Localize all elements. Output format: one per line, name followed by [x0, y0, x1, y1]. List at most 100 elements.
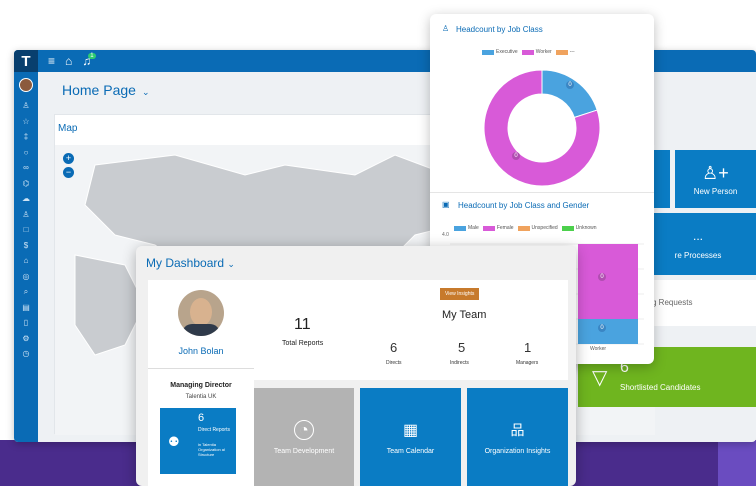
organization-insights-tile[interactable]: 品 Organization Insights [467, 388, 568, 486]
directs-count: 6 [390, 340, 398, 355]
cloud-icon[interactable]: ☁ [22, 191, 30, 207]
shortlist-label: Shortlisted Candidates [620, 383, 701, 392]
badge-icon[interactable]: ◎ [23, 269, 30, 285]
org-chart-icon: 品 [510, 421, 525, 438]
profile-card: John Bolan Managing Director Talentia UK… [148, 280, 254, 486]
bar-segment-male [578, 319, 638, 344]
legend-swatch [482, 49, 494, 55]
legend-label: Unspecified [531, 225, 558, 231]
donut-legend: Executive Worker --- [478, 49, 575, 55]
profile-photo [178, 290, 224, 336]
requests-tile[interactable]: g Requests [640, 280, 756, 326]
legend-swatch [561, 225, 574, 231]
legend-label: Female [496, 225, 514, 231]
more-dots: ... [692, 228, 703, 243]
glasses-icon[interactable]: ∞ [23, 160, 29, 176]
direct-reports-box[interactable]: ⚉ 6 Direct Reports in Talentia Organizat… [160, 408, 236, 474]
view-insights-button[interactable]: View Insights [440, 288, 480, 300]
notification-badge: 1 [88, 53, 96, 59]
chart-icon[interactable]: ▤ [22, 300, 30, 316]
clock-icon[interactable]: ◷ [23, 346, 30, 362]
profile-org: Talentia UK [185, 394, 217, 400]
person-icon[interactable]: ♙ [22, 98, 29, 114]
dashboard-panel: My Dashboard ⌄ John Bolan Managing Direc… [136, 246, 576, 486]
legend-swatch [482, 225, 495, 231]
requests-label: g Requests [652, 298, 693, 307]
user-avatar[interactable] [19, 78, 33, 92]
document-icon[interactable]: ▯ [24, 315, 28, 331]
chevron-down-icon: ⌄ [227, 259, 235, 269]
add-person-icon: ♙+ [702, 162, 729, 183]
total-reports-label: Total Reports [282, 340, 324, 347]
dashboard-title[interactable]: My Dashboard ⌄ [146, 256, 235, 270]
zoom-out-button[interactable]: − [63, 167, 74, 178]
funnel-icon: ▽ [592, 367, 608, 389]
app-logo[interactable]: T [14, 50, 38, 72]
profile-role: Managing Director [170, 382, 232, 389]
chevron-down-icon: ⌄ [141, 87, 150, 97]
bar-segment-female [578, 244, 638, 319]
menu-icon[interactable]: ≡ [48, 54, 55, 68]
total-reports-count: 11 [294, 316, 311, 333]
directs-label: Directs [386, 360, 402, 366]
legend-swatch [521, 49, 534, 55]
bar-label: 0 [598, 324, 606, 332]
donut-label: 0 [512, 152, 520, 160]
x-axis-label: Worker [590, 346, 607, 352]
add-person-icon[interactable]: ♙ [22, 207, 29, 223]
background-accent [718, 440, 756, 486]
circle-icon[interactable]: ○ [24, 145, 29, 161]
zoom-in-button[interactable]: + [63, 153, 74, 164]
gauge-icon: ◔ [294, 419, 314, 440]
managers-count: 1 [524, 340, 532, 355]
direct-label: Direct Reports [198, 427, 230, 433]
camera-icon: ▣ [442, 200, 450, 209]
legend-label: Worker [535, 49, 552, 55]
team-icon: ⚉ [168, 434, 180, 449]
indirects-label: Indirects [450, 360, 469, 366]
managers-label: Managers [516, 360, 539, 366]
donut-slice-executive [541, 69, 598, 119]
gender-chart-title: Headcount by Job Class and Gender [458, 201, 590, 210]
new-person-label: New Person [693, 186, 738, 196]
headcount-title: Headcount by Job Class [456, 25, 543, 34]
donut-chart[interactable] [430, 58, 654, 198]
org-chart-icon: ♙ [442, 24, 450, 33]
processes-tile[interactable]: ... re Processes [640, 213, 756, 275]
sidebar: ♙ ☆ ‡ ○ ∞ ⌬ ☁ ♙ □ $ ⌂ ◎ ⌕ ▤ ▯ ⚙ ◷ [14, 72, 38, 442]
profile-name[interactable]: John Bolan [148, 346, 254, 356]
org-icon[interactable]: ⌬ [23, 176, 30, 192]
home-icon[interactable]: ⌂ [65, 54, 72, 68]
team-calendar-label: Team Calendar [386, 447, 435, 455]
dollar-icon[interactable]: $ [24, 238, 28, 254]
legend-label: --- [569, 49, 575, 55]
my-team-card: View Insights My Team 11 Total Reports 6… [254, 280, 568, 380]
legend-label: Male [468, 225, 479, 231]
sliders-icon[interactable]: ‡ [24, 129, 28, 145]
bar-label: 0 [598, 273, 606, 281]
legend-label: Unknown [575, 225, 597, 231]
star-icon[interactable]: ☆ [22, 114, 29, 130]
my-team-heading: My Team [442, 309, 487, 321]
team-calendar-tile[interactable]: ▦ Team Calendar [360, 388, 461, 486]
organization-insights-label: Organization Insights [484, 447, 551, 455]
team-development-tile[interactable]: ◔ Team Development [254, 388, 354, 486]
donut-label: 0 [566, 81, 574, 89]
search-icon[interactable]: ⌕ [24, 284, 28, 300]
legend-swatch [454, 225, 466, 231]
calendar-icon: ▦ [402, 421, 419, 439]
legend-swatch [555, 49, 568, 55]
cap-icon[interactable]: ⌂ [24, 253, 29, 269]
square-icon[interactable]: □ [24, 222, 29, 238]
new-person-tile[interactable]: ♙+ New Person [675, 150, 756, 208]
gender-legend: Male Female Unspecified Unknown [450, 225, 597, 231]
legend-swatch [517, 225, 530, 231]
settings-icon[interactable]: ⚙ [22, 331, 29, 347]
indirects-count: 5 [458, 340, 466, 355]
legend-label: Executive [496, 49, 518, 55]
direct-sub: in Talentia Organization al Structure [198, 442, 225, 457]
processes-label: re Processes [674, 250, 722, 260]
divider [430, 192, 654, 193]
page-title[interactable]: Home Page ⌄ [62, 82, 149, 98]
map-title: Map [58, 123, 78, 134]
